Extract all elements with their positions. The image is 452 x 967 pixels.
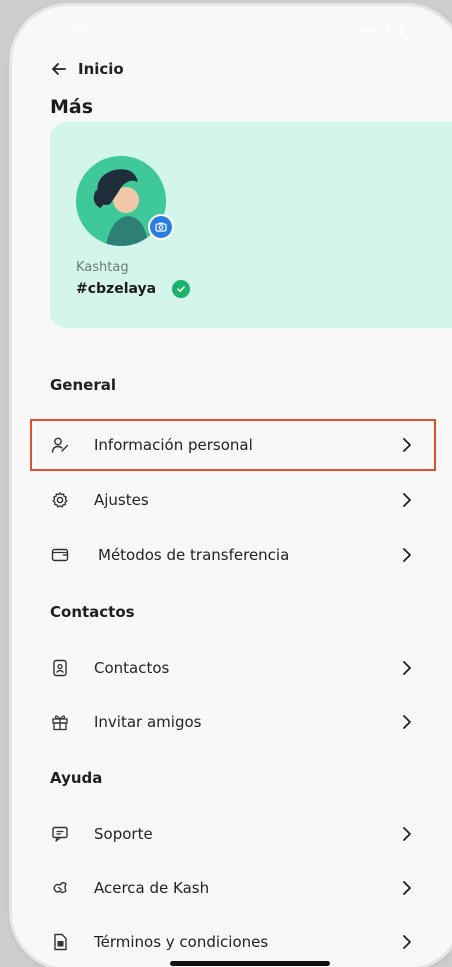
status-icons: ▪▪ ◔ ▮: [356, 24, 406, 37]
menu-item-soporte[interactable]: Soporte: [50, 818, 414, 850]
menu-item-label: Ajustes: [94, 491, 149, 509]
menu-item-terminos-condiciones[interactable]: Términos y condiciones: [50, 926, 414, 958]
kashtag-text: #cbzelaya: [76, 281, 157, 297]
menu-item-ajustes[interactable]: Ajustes: [50, 484, 414, 516]
status-time: 9:41: [68, 24, 93, 37]
page-title: Más: [50, 96, 94, 118]
change-photo-button[interactable]: [148, 214, 174, 240]
menu-item-invitar-amigos[interactable]: Invitar amigos: [50, 706, 414, 738]
section-ayuda-title: Ayuda: [50, 769, 103, 787]
contacts-book-icon: [50, 658, 70, 678]
menu-item-informacion-personal[interactable]: Información personal: [50, 429, 414, 461]
user-edit-icon: [50, 435, 70, 455]
wallet-icon: [50, 545, 70, 565]
chevron-right-icon: [403, 935, 411, 949]
screen-background: 9:41 ▪▪ ◔ ▮ Inicio Más Kashtag #cbzelaya…: [0, 0, 452, 967]
menu-item-label: Términos y condiciones: [94, 933, 269, 951]
gift-icon: [50, 712, 70, 732]
phone-screen: 9:41 ▪▪ ◔ ▮ Inicio Más Kashtag #cbzelaya…: [12, 6, 452, 967]
menu-item-label: Soporte: [94, 825, 153, 843]
menu-item-label: Información personal: [94, 436, 253, 454]
kashtag-value: #cbzelaya: [76, 280, 191, 298]
chevron-right-icon: [403, 438, 411, 452]
status-bar: 9:41 ▪▪ ◔ ▮: [12, 6, 452, 50]
menu-item-contactos[interactable]: Contactos: [50, 652, 414, 684]
back-label: Inicio: [78, 60, 124, 78]
chat-support-icon: [50, 824, 70, 844]
chevron-right-icon: [403, 827, 411, 841]
chevron-right-icon: [403, 493, 411, 507]
section-contactos-title: Contactos: [50, 603, 135, 621]
chevron-right-icon: [403, 548, 411, 562]
section-general-title: General: [50, 376, 116, 394]
menu-item-acerca-de-kash[interactable]: Acerca de Kash: [50, 872, 414, 904]
profile-card: Kashtag #cbzelaya: [50, 122, 452, 328]
camera-icon: [155, 222, 167, 232]
home-indicator[interactable]: [170, 961, 330, 966]
arrow-left-icon: [52, 63, 66, 75]
menu-item-label: Invitar amigos: [94, 713, 202, 731]
chevron-right-icon: [403, 715, 411, 729]
verified-check-icon: [172, 280, 191, 298]
menu-item-label: Métodos de transferencia: [98, 546, 290, 564]
menu-item-label: Acerca de Kash: [94, 879, 210, 897]
menu-item-label: Contactos: [94, 659, 170, 677]
chevron-right-icon: [403, 661, 411, 675]
kash-logo-icon: [50, 878, 70, 898]
gear-icon: [50, 490, 70, 510]
document-icon: [50, 932, 70, 952]
chevron-right-icon: [403, 881, 411, 895]
kashtag-label: Kashtag: [76, 260, 129, 275]
back-button[interactable]: Inicio: [50, 60, 124, 78]
menu-item-metodos-transferencia[interactable]: Métodos de transferencia: [50, 539, 414, 571]
